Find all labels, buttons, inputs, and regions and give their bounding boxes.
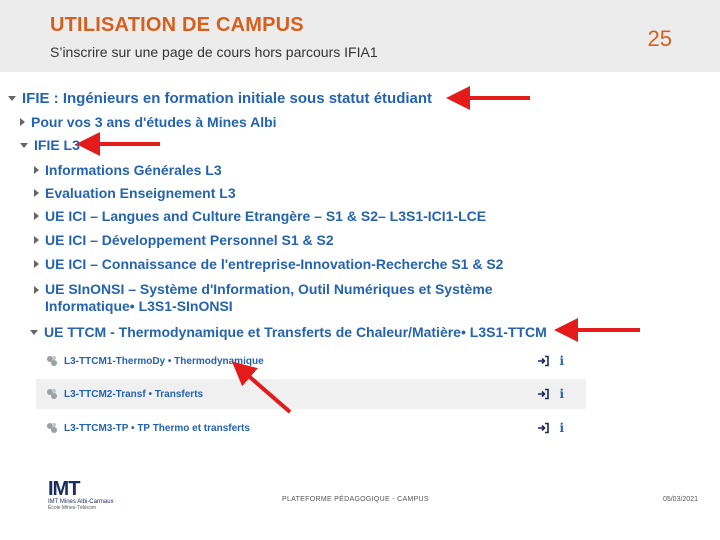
expand-right-icon [34,189,39,197]
tree-item-ifie-l3[interactable]: IFIE L3 [20,137,80,153]
page-number: 25 [647,26,672,51]
tree-item-label: Informations Générales L3 [45,162,222,178]
activity-row[interactable]: L3-TTCM2-Transf • Transferts i [36,379,586,409]
activity-row[interactable]: L3-TTCM3-TP • TP Thermo et transferts i [36,413,586,443]
tree-item-ue-ici-dev-perso[interactable]: UE ICI – Développement Personnel S1 & S2 [34,232,334,248]
activity-label: L3-TTCM2-Transf • Transferts [64,388,204,400]
tree-item-ue-sinonsi[interactable]: UE SInONSI – Système d'Information, Outi… [34,281,505,315]
tree-item-label: UE TTCM - Thermodynamique et Transferts … [44,324,547,340]
tree-item-evaluation[interactable]: Evaluation Enseignement L3 [34,185,236,201]
expand-down-icon [30,329,38,335]
tree-item-ue-ici-langues[interactable]: UE ICI – Langues and Culture Etrangère –… [34,208,486,224]
tree-item-infos-generales[interactable]: Informations Générales L3 [34,162,222,178]
activity-label: L3-TTCM3-TP • TP Thermo et transferts [64,422,250,434]
puzzle-icon [47,389,57,399]
tree-item-label: UE ICI – Langues and Culture Etrangère –… [45,208,487,224]
puzzle-icon [47,356,57,366]
tree-item-ue-ttcm[interactable]: UE TTCM - Thermodynamique et Transferts … [30,324,547,340]
info-icon[interactable]: i [559,354,564,368]
logo-line2: École Mines-Télécom [48,505,97,511]
info-icon[interactable]: i [559,387,564,401]
expand-right-icon [20,118,25,126]
enrol-icon[interactable] [537,388,550,400]
tree-item-label: Pour vos 3 ans d'études à Mines Albi [31,114,277,130]
course-tree: IFIE : Ingénieurs en formation initiale … [0,84,720,454]
tree-item-3-ans[interactable]: Pour vos 3 ans d'études à Mines Albi [20,114,277,130]
activity-row[interactable]: L3-TTCM1-ThermoDy • Thermodynamique i [36,346,586,376]
expand-right-icon [34,236,39,244]
tree-item-label: Evaluation Enseignement L3 [45,185,236,201]
tree-item-label: IFIE : Ingénieurs en formation initiale … [22,90,433,107]
enrol-icon[interactable] [537,355,550,367]
logo-mark: IMT [48,478,80,500]
expand-right-icon [34,166,39,174]
tree-item-label: UE SInONSI – Système d'Information, Outi… [45,281,493,314]
expand-down-icon [20,142,28,148]
info-icon[interactable]: i [559,421,564,435]
slide-title: UTILISATION DE CAMPUS [50,14,304,36]
footer-platform: PLATEFORME PÉDAGOGIQUE - CAMPUS [282,496,429,503]
expand-down-icon [8,96,16,101]
puzzle-icon [47,423,57,433]
activity-label: L3-TTCM1-ThermoDy • Thermodynamique [64,355,264,367]
expand-right-icon [34,286,39,294]
tree-item-label: IFIE L3 [34,137,80,153]
imt-logo: IMT IMT Mines Albi-Carmaux École Mines-T… [48,478,148,518]
expand-right-icon [34,212,39,220]
slide-subtitle: S’inscrire sur une page de cours hors pa… [50,44,378,60]
expand-right-icon [34,260,39,268]
slide-header: UTILISATION DE CAMPUS S’inscrire sur une… [0,0,720,72]
enrol-icon[interactable] [537,422,550,434]
tree-item-label: UE ICI – Développement Personnel S1 & S2 [45,232,334,248]
footer-date: 05/03/2021 [662,496,698,503]
tree-item-label: UE ICI – Connaissance de l'entreprise-In… [45,256,504,272]
tree-item-ifie[interactable]: IFIE : Ingénieurs en formation initiale … [8,90,432,107]
tree-item-ue-ici-entreprise[interactable]: UE ICI – Connaissance de l'entreprise-In… [34,256,503,272]
